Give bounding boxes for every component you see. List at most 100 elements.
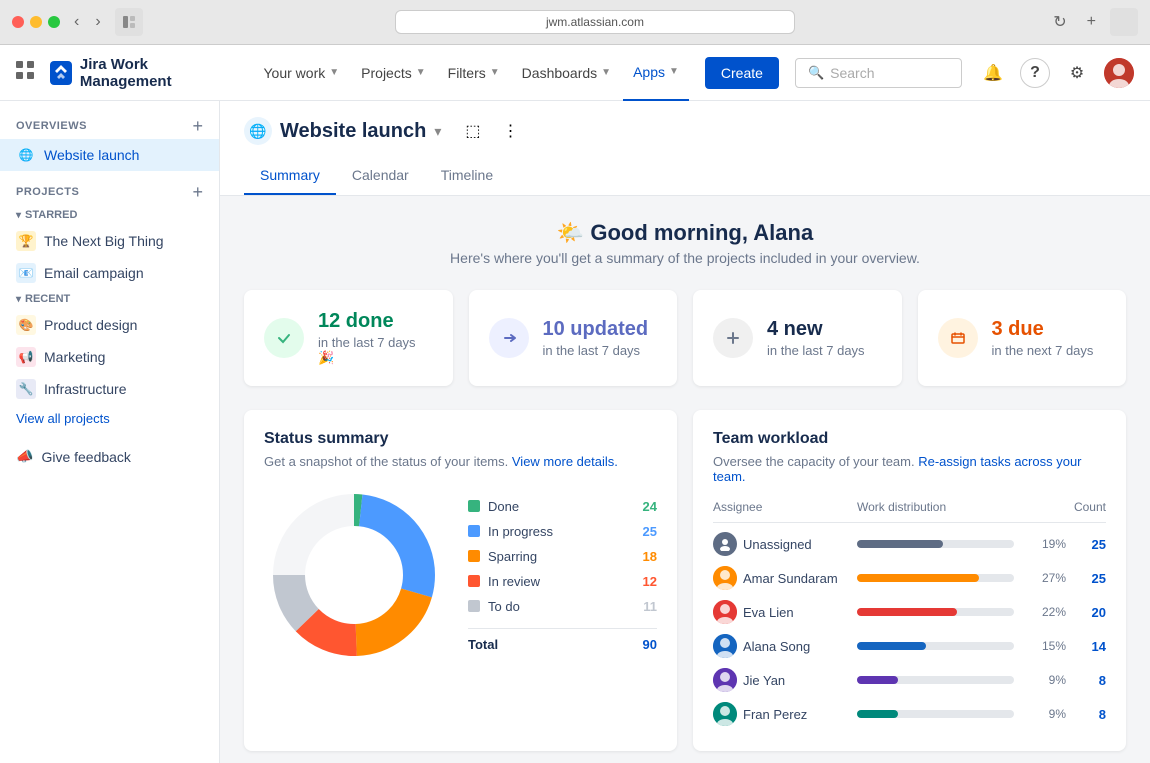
legend-item-to-do: To do 11 (468, 599, 657, 614)
project-header-btn-2[interactable]: ⋮ (494, 117, 526, 145)
sidebar-item-website-launch[interactable]: 🌐 Website launch (0, 139, 219, 171)
avatar[interactable] (1104, 58, 1134, 88)
status-summary-title: Status summary (264, 430, 657, 448)
project-header: 🌐 Website launch ▾ ⬚ ⋮ Summary Calendar … (220, 101, 1150, 196)
nav-menu: Your work ▼ Projects ▼ Filters ▼ Dashboa… (254, 45, 689, 101)
done-dot (468, 500, 480, 512)
notification-button[interactable]: 🔔 (978, 58, 1008, 88)
legend-item-in-progress: In progress 25 (468, 524, 657, 539)
product-design-icon: 🎨 (16, 315, 36, 335)
chevron-down-icon: ▼ (601, 67, 611, 78)
settings-button[interactable]: ⚙ (1062, 58, 1092, 88)
eva-avatar (713, 600, 737, 624)
new-tab-button[interactable]: + (1081, 11, 1102, 33)
nav-projects[interactable]: Projects ▼ (351, 45, 435, 101)
create-button[interactable]: Create (705, 57, 779, 89)
browser-nav: ‹ › (68, 11, 107, 33)
project-title: Website launch (280, 120, 426, 143)
tab-calendar[interactable]: Calendar (336, 157, 425, 195)
main-layout: Overviews + 🌐 Website launch Projects + … (0, 101, 1150, 763)
nav-your-work[interactable]: Your work ▼ (254, 45, 350, 101)
chevron-down-icon: ▼ (329, 67, 339, 78)
sidebar-item-product-design[interactable]: 🎨 Product design (0, 309, 219, 341)
alana-count: 14 (1070, 639, 1106, 654)
stat-due-value: 3 due (992, 318, 1094, 341)
nav-filters[interactable]: Filters ▼ (438, 45, 510, 101)
workload-row-eva: Eva Lien 22% 20 (713, 595, 1106, 629)
nav-forward-button[interactable]: › (89, 11, 106, 33)
view-more-details-link[interactable]: View more details. (512, 454, 618, 469)
workload-row-alana: Alana Song 15% 14 (713, 629, 1106, 663)
amar-avatar (713, 566, 737, 590)
unassigned-avatar (713, 532, 737, 556)
sidebar-item-email-campaign[interactable]: 📧 Email campaign (0, 257, 219, 289)
stat-card-new[interactable]: 4 new in the last 7 days (693, 290, 902, 386)
project-header-btn-1[interactable]: ⬚ (457, 117, 488, 145)
stat-card-done[interactable]: 12 done in the last 7 days 🎉 (244, 290, 453, 386)
eva-bar (857, 608, 1014, 616)
workload-row-amar: Amar Sundaram 27% 25 (713, 561, 1106, 595)
stat-card-updated[interactable]: 10 updated in the last 7 days (469, 290, 678, 386)
search-placeholder: Search (830, 65, 874, 81)
project-title-chevron-icon[interactable]: ▾ (434, 123, 441, 140)
nav-dashboards[interactable]: Dashboards ▼ (512, 45, 621, 101)
col-assignee: Assignee (713, 500, 853, 514)
col-count-header (1018, 500, 1066, 514)
greeting-section: 🌤️ Good morning, Alana Here's where you'… (244, 220, 1126, 266)
search-box[interactable]: 🔍 Search (795, 58, 962, 88)
traffic-light-yellow[interactable] (30, 16, 42, 28)
sidebar-toggle-button[interactable] (115, 8, 143, 36)
fran-count: 8 (1070, 707, 1106, 722)
status-summary-panel: Status summary Get a snapshot of the sta… (244, 410, 677, 751)
add-overview-button[interactable]: + (192, 117, 203, 135)
greeting-title: 🌤️ Good morning, Alana (244, 220, 1126, 246)
sidebar-item-marketing[interactable]: 📢 Marketing (0, 341, 219, 373)
stat-updated-label: in the last 7 days (543, 343, 649, 358)
projects-section: Projects + ▾ STARRED 🏆 The Next Big Thin… (0, 179, 219, 432)
alana-avatar (713, 634, 737, 658)
view-all-projects-link[interactable]: View all projects (0, 405, 219, 432)
stat-done-content: 12 done in the last 7 days 🎉 (318, 310, 433, 366)
sparring-dot (468, 550, 480, 562)
url-text: jwm.atlassian.com (546, 15, 644, 29)
help-button[interactable]: ? (1020, 58, 1050, 88)
summary-content: 🌤️ Good morning, Alana Here's where you'… (220, 196, 1150, 763)
donut-chart (264, 485, 444, 665)
reload-button[interactable]: ↻ (1047, 10, 1072, 34)
stat-card-due[interactable]: 3 due in the next 7 days (918, 290, 1127, 386)
app-grid-icon[interactable] (16, 61, 34, 84)
in-review-dot (468, 575, 480, 587)
stat-new-label: in the last 7 days (767, 343, 865, 358)
tab-summary[interactable]: Summary (244, 157, 336, 195)
amar-name: Amar Sundaram (743, 571, 838, 586)
marketing-icon: 📢 (16, 347, 36, 367)
traffic-light-green[interactable] (48, 16, 60, 28)
workload-row-jie: Jie Yan 9% 8 (713, 663, 1106, 697)
app: Jira Work Management Your work ▼ Project… (0, 45, 1150, 763)
nav-back-button[interactable]: ‹ (68, 11, 85, 33)
sidebar-item-next-big-thing[interactable]: 🏆 The Next Big Thing (0, 225, 219, 257)
nav-apps[interactable]: Apps ▼ (623, 45, 689, 101)
browser-menu-button[interactable] (1110, 8, 1138, 36)
amar-count: 25 (1070, 571, 1106, 586)
starred-group[interactable]: ▾ STARRED (0, 205, 219, 225)
main-content: 🌐 Website launch ▾ ⬚ ⋮ Summary Calendar … (220, 101, 1150, 763)
alana-name: Alana Song (743, 639, 810, 654)
sidebar-item-infrastructure[interactable]: 🔧 Infrastructure (0, 373, 219, 405)
stat-updated-content: 10 updated in the last 7 days (543, 318, 649, 358)
alana-bar (857, 642, 1014, 650)
two-col-layout: Status summary Get a snapshot of the sta… (244, 410, 1126, 751)
stat-updated-icon (489, 318, 529, 358)
traffic-light-red[interactable] (12, 16, 24, 28)
address-bar[interactable]: jwm.atlassian.com (395, 10, 795, 34)
give-feedback-button[interactable]: 📣 Give feedback (0, 440, 219, 473)
fran-avatar (713, 702, 737, 726)
jie-avatar (713, 668, 737, 692)
website-launch-icon: 🌐 (16, 145, 36, 165)
search-icon: 🔍 (808, 65, 824, 81)
recent-group[interactable]: ▾ RECENT (0, 289, 219, 309)
tab-timeline[interactable]: Timeline (425, 157, 509, 195)
stat-done-label: in the last 7 days 🎉 (318, 335, 433, 366)
jie-pct: 9% (1018, 673, 1066, 687)
add-project-button[interactable]: + (192, 183, 203, 201)
